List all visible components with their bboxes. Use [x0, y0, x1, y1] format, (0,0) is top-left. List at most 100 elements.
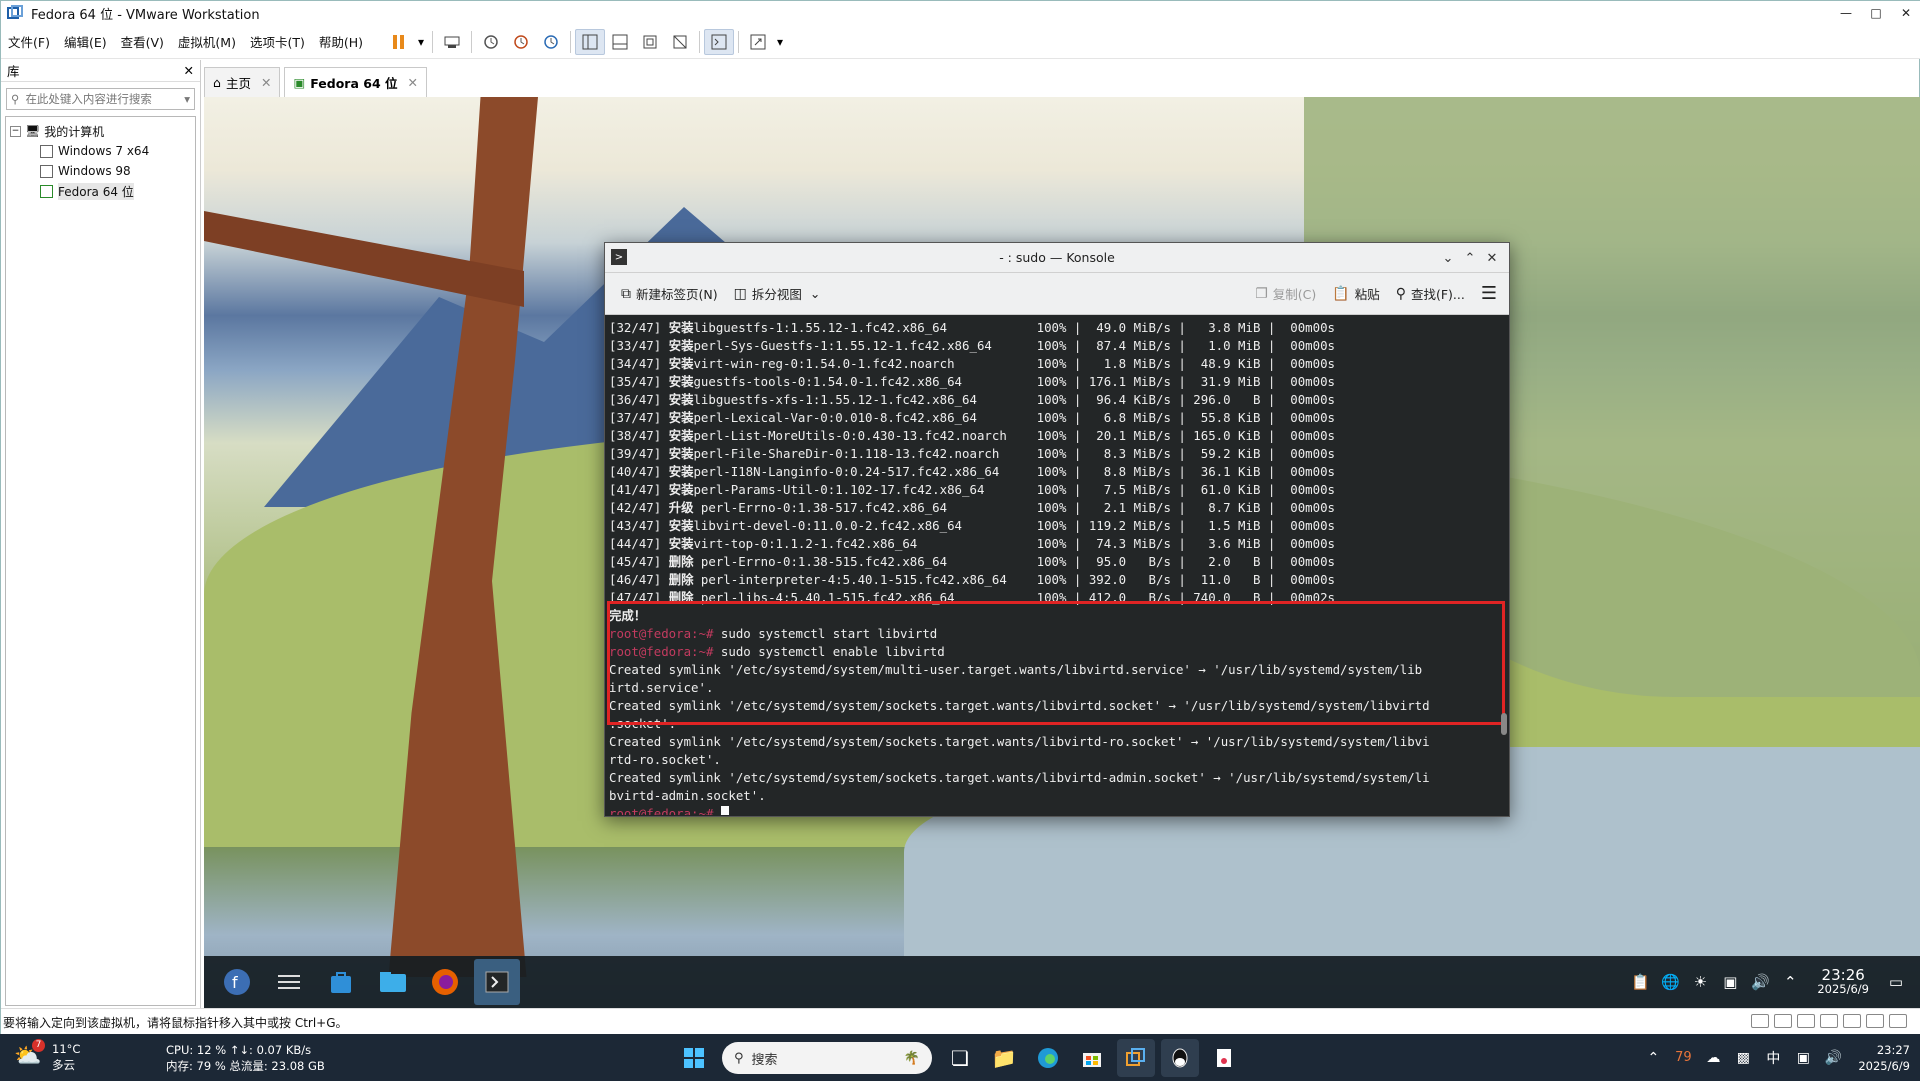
konsole-taskbar-icon[interactable]	[474, 959, 520, 1005]
cd-drive-icon[interactable]	[1774, 1014, 1792, 1028]
guest-clock[interactable]: 23:26 2025/6/9	[1817, 968, 1869, 997]
show-desktop-icon[interactable]: ▭	[1881, 973, 1911, 991]
chevron-down-icon[interactable]: ▾	[773, 29, 787, 55]
display-icon[interactable]	[1889, 1014, 1907, 1028]
menu-toolbar: 文件(F) 编辑(E) 查看(V) 虚拟机(M) 选项卡(T) 帮助(H) ▾ …	[1, 25, 1920, 59]
send-ctrl-alt-del-icon[interactable]	[437, 29, 467, 55]
chevron-down-icon[interactable]: ▾	[414, 29, 428, 55]
scrollbar[interactable]	[1501, 713, 1507, 735]
brightness-icon[interactable]: ☀	[1685, 973, 1715, 991]
firefox-icon[interactable]	[422, 959, 468, 1005]
unity-icon[interactable]	[665, 29, 695, 55]
library-search[interactable]: ⚲ 在此处键入内容进行搜索 ▾	[6, 88, 195, 110]
maximize-button[interactable]: ⌃	[1459, 251, 1481, 266]
tree-item-fedora[interactable]: Fedora 64 位	[10, 181, 191, 201]
host-time: 23:27	[1876, 1042, 1910, 1057]
file-manager-icon[interactable]	[370, 959, 416, 1005]
minimize-button[interactable]: —	[1831, 1, 1861, 25]
hamburger-menu-icon[interactable]: ☰	[1481, 283, 1497, 304]
taskbar-search[interactable]: ⚲ 搜索 🌴	[722, 1042, 932, 1074]
vmware-window: Fedora 64 位 - VMware Workstation — □ ✕ 文…	[0, 0, 1920, 1035]
tab-home[interactable]: ⌂ 主页 ✕	[204, 67, 281, 97]
konsole-window[interactable]: > - : sudo — Konsole ⌄ ⌃ ✕ ⧉ 新建标签页(N) ◫ 拆分…	[604, 242, 1510, 817]
revert-snapshot-icon[interactable]	[506, 29, 536, 55]
show-hidden-icon[interactable]: ⌃	[1775, 973, 1805, 991]
file-explorer-icon[interactable]: 📁	[985, 1039, 1023, 1077]
printer-icon[interactable]	[1866, 1014, 1884, 1028]
pause-icon[interactable]	[384, 29, 414, 55]
maximize-button[interactable]: □	[1861, 1, 1891, 25]
hard-disk-icon[interactable]	[1751, 1014, 1769, 1028]
taskbar-apps: ⚲ 搜索 🌴 ❏ 📁	[672, 1039, 1246, 1077]
sound-icon[interactable]	[1843, 1014, 1861, 1028]
menu-view[interactable]: 查看(V)	[114, 32, 171, 51]
windows-start-icon[interactable]	[675, 1039, 713, 1077]
new-tab-button[interactable]: ⧉ 新建标签页(N)	[621, 284, 718, 303]
menu-file[interactable]: 文件(F)	[1, 32, 57, 51]
paste-button[interactable]: 📋 粘贴	[1332, 284, 1379, 303]
network-icon[interactable]: 🌐	[1655, 973, 1685, 991]
wechat-icon[interactable]: ☁	[1698, 1050, 1728, 1066]
network-adapter-icon[interactable]	[1797, 1014, 1815, 1028]
memory-readout: 内存: 79 % 总流量: 23.08 GB	[166, 1059, 325, 1073]
package-index: [35/47]	[609, 374, 669, 389]
close-library-icon[interactable]: ✕	[184, 63, 194, 78]
tree-root[interactable]: − 🖥 我的计算机	[10, 121, 191, 141]
store-icon[interactable]	[1073, 1039, 1111, 1077]
volume-icon[interactable]: 🔊	[1745, 973, 1775, 991]
close-tab-icon[interactable]: ✕	[261, 75, 271, 90]
package-action: 安装	[668, 428, 694, 443]
task-view-icon[interactable]: ❏	[941, 1039, 979, 1077]
menu-edit[interactable]: 编辑(E)	[57, 32, 114, 51]
app-tray-icon[interactable]: ▩	[1728, 1050, 1758, 1066]
package-action: 安装	[668, 392, 694, 407]
copy-button[interactable]: ❐ 复制(C)	[1255, 284, 1316, 303]
snipping-tool-icon[interactable]	[1205, 1039, 1243, 1077]
collapse-icon[interactable]: −	[10, 125, 21, 137]
terminal-output[interactable]: [32/47] 安装libguestfs-1:1.55.12-1.fc42.x8…	[605, 315, 1509, 815]
menu-tabs[interactable]: 选项卡(T)	[243, 32, 312, 51]
discover-store-icon[interactable]	[318, 959, 364, 1005]
library-search-placeholder: 在此处键入内容进行搜索	[25, 92, 152, 106]
package-line: [40/47] 安装perl-I18N-Langinfo-0:0.24-517.…	[609, 463, 1505, 481]
find-button[interactable]: ⚲ 查找(F)...	[1396, 284, 1465, 303]
package-line: [45/47] 删除 perl-Errno-0:1.38-515.fc42.x8…	[609, 553, 1505, 571]
package-line: [33/47] 安装perl-Sys-Guestfs-1:1.55.12-1.f…	[609, 337, 1505, 355]
usb-icon[interactable]	[1820, 1014, 1838, 1028]
cloudy-weather-icon: ⛅ 7	[14, 1039, 45, 1072]
close-button[interactable]: ✕	[1891, 1, 1920, 25]
split-view-button[interactable]: ◫ 拆分视图 ⌄	[734, 284, 821, 303]
stretch-guest-icon[interactable]	[743, 29, 773, 55]
snapshot-manager-icon[interactable]	[536, 29, 566, 55]
display-icon[interactable]: ▣	[1715, 973, 1745, 991]
minimize-button[interactable]: ⌄	[1437, 251, 1459, 266]
full-screen-icon[interactable]	[635, 29, 665, 55]
menu-help[interactable]: 帮助(H)	[312, 32, 370, 51]
thumbnail-bar-icon[interactable]	[605, 29, 635, 55]
host-clock[interactable]: 23:27 2025/6/9	[1858, 1042, 1910, 1074]
chevron-down-icon[interactable]: ▾	[184, 92, 190, 106]
show-library-icon[interactable]	[575, 28, 606, 55]
tree-item-win98[interactable]: Windows 98	[10, 161, 191, 181]
guest-screen[interactable]: > - : sudo — Konsole ⌄ ⌃ ✕ ⧉ 新建标签页(N) ◫ 拆分…	[204, 97, 1920, 1008]
tree-item-win7[interactable]: Windows 7 x64	[10, 141, 191, 161]
clipboard-icon[interactable]: 📋	[1625, 973, 1655, 991]
show-hidden-icon[interactable]: ⌃	[1638, 1050, 1668, 1066]
volume-icon[interactable]: 🔊	[1818, 1050, 1848, 1066]
system-settings-icon[interactable]	[266, 959, 312, 1005]
fedora-launcher-icon[interactable]: f	[214, 959, 260, 1005]
package-action: 安装	[668, 374, 694, 389]
qq-icon[interactable]	[1161, 1039, 1199, 1077]
weather-widget[interactable]: ⛅ 7 11°C 多云	[14, 1039, 80, 1073]
tab-fedora[interactable]: ▣ Fedora 64 位 ✕	[284, 67, 427, 97]
snapshot-icon[interactable]	[476, 29, 506, 55]
menu-vm[interactable]: 虚拟机(M)	[171, 32, 243, 51]
close-button[interactable]: ✕	[1481, 251, 1503, 266]
package-name: virt-win-reg-0:1.54.0-1.fc42.noarch	[693, 356, 1037, 371]
network-icon[interactable]: ▣	[1788, 1050, 1818, 1066]
close-tab-icon[interactable]: ✕	[408, 75, 418, 90]
console-view-icon[interactable]	[704, 28, 735, 55]
edge-browser-icon[interactable]	[1029, 1039, 1067, 1077]
vmware-taskbar-icon[interactable]	[1117, 1039, 1155, 1077]
input-method-label[interactable]: 中	[1758, 1048, 1788, 1068]
